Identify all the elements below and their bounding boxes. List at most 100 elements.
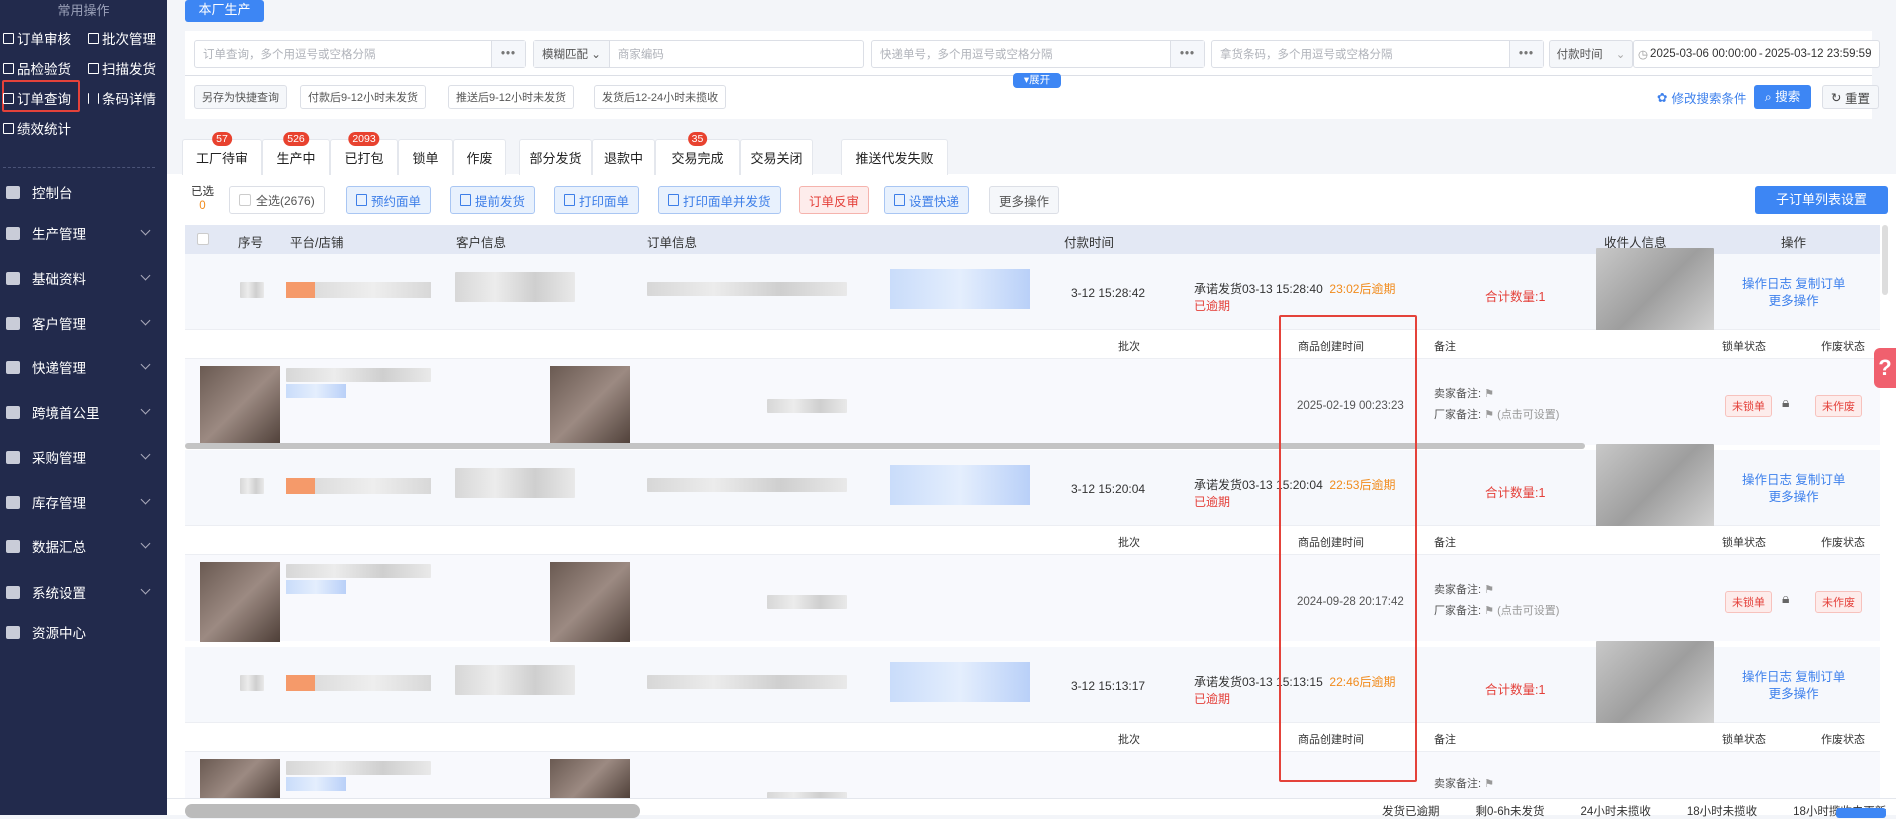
search-doc-icon bbox=[3, 92, 14, 104]
quick-filter-ship-uncollected[interactable]: 发货后12-24小时未揽收 bbox=[594, 85, 727, 109]
header-checkbox[interactable] bbox=[197, 233, 209, 245]
flag-icon[interactable]: ⚑ bbox=[1484, 778, 1494, 790]
stat-remaining[interactable]: 剩0-6h未发货 bbox=[1476, 803, 1545, 819]
label: 退款中 bbox=[603, 151, 643, 166]
merchant-code-input[interactable]: 模糊匹配 ⌄ 商家编码 bbox=[533, 40, 864, 68]
more-actions-link[interactable]: 更多操作 bbox=[1769, 687, 1819, 701]
pagination[interactable] bbox=[185, 804, 640, 818]
express-no-input[interactable]: 快递单号，多个用逗号或空格分隔 ••• bbox=[871, 40, 1205, 68]
operation-log-link[interactable]: 操作日志 bbox=[1742, 473, 1792, 487]
quick-order-query[interactable]: 订单查询 bbox=[3, 88, 71, 108]
flag-icon[interactable]: ⚑ bbox=[1484, 409, 1494, 421]
quick-ops-title: 常用操作 bbox=[57, 3, 110, 18]
seller-note-label: 卖家备注: bbox=[1434, 388, 1482, 400]
stat-18h-uncollected[interactable]: 18小时未揽收 bbox=[1687, 803, 1757, 819]
tab-status[interactable]: 作废 bbox=[453, 139, 506, 175]
operation-log-link[interactable]: 操作日志 bbox=[1742, 670, 1792, 684]
flag-icon[interactable]: ⚑ bbox=[1484, 605, 1494, 617]
save-quick-query-button[interactable]: 另存为快捷查询 bbox=[194, 85, 287, 109]
nav-item[interactable]: 客户管理 bbox=[0, 308, 167, 338]
blurred-receiver bbox=[1596, 444, 1714, 534]
toolbar-button[interactable]: 订单反审 bbox=[799, 186, 870, 214]
toolbar-button[interactable]: 更多操作 bbox=[989, 186, 1060, 214]
batch-icon bbox=[88, 32, 99, 44]
quick-batch-manage[interactable]: 批次管理 bbox=[88, 28, 156, 48]
nav-item[interactable]: 资源中心 bbox=[0, 617, 167, 647]
lock-icon[interactable]: 🔒︎ bbox=[1782, 394, 1789, 411]
copy-order-link[interactable]: 复制订单 bbox=[1795, 277, 1845, 291]
select-all-checkbox[interactable]: 全选(2676) bbox=[229, 186, 325, 214]
blurred-product-name bbox=[286, 761, 431, 775]
toolbar-button[interactable]: 预约面单 bbox=[346, 186, 432, 214]
note-hint[interactable]: (点击可设置) bbox=[1497, 605, 1559, 617]
sub-order-list-settings-button[interactable]: 子订单列表设置 bbox=[1755, 186, 1888, 214]
flag-icon[interactable]: ⚑ bbox=[1484, 388, 1494, 400]
tab-status[interactable]: 锁单 bbox=[398, 139, 453, 175]
label: 系统设置 bbox=[32, 586, 86, 601]
copy-order-link[interactable]: 复制订单 bbox=[1795, 473, 1845, 487]
expand-toggle[interactable]: ▾展开 bbox=[1013, 73, 1061, 88]
toolbar-button[interactable]: 提前发货 bbox=[450, 186, 536, 214]
tab-status[interactable]: 已打包 2093 bbox=[330, 132, 398, 175]
lock-icon[interactable]: 🔒︎ bbox=[1782, 590, 1789, 607]
tab-status[interactable]: 部分发货 bbox=[519, 139, 592, 175]
tab-status[interactable]: 交易关闭 bbox=[740, 139, 813, 175]
footer-button[interactable] bbox=[1836, 808, 1886, 818]
more-dots-icon[interactable]: ••• bbox=[491, 41, 525, 67]
more-dots-icon[interactable]: ••• bbox=[1509, 41, 1543, 67]
quick-filter-pay-unshipped[interactable]: 付款后9-12小时未发货 bbox=[300, 85, 427, 109]
nav-item[interactable]: 生产管理 bbox=[0, 218, 167, 248]
tab-status[interactable]: 工厂待审 57 bbox=[182, 132, 262, 175]
row-actions: 操作日志 复制订单更多操作 bbox=[1742, 669, 1845, 703]
blurred-index bbox=[240, 675, 264, 691]
time-type-select[interactable]: 付款时间 ⌄ bbox=[1549, 40, 1633, 68]
nav-icon bbox=[6, 539, 20, 553]
label: 锁单 bbox=[412, 151, 439, 166]
more-dots-icon[interactable]: ••• bbox=[1170, 41, 1204, 67]
operation-log-link[interactable]: 操作日志 bbox=[1742, 277, 1792, 291]
quick-scan-ship[interactable]: 扫描发货 bbox=[88, 58, 156, 78]
vertical-scrollbar[interactable] bbox=[1882, 225, 1888, 295]
blurred-product-image bbox=[200, 366, 280, 446]
quick-order-review[interactable]: 订单审核 bbox=[3, 28, 71, 48]
date-range-picker[interactable]: ◷ 2025-03-06 00:00:00-2025-03-12 23:59:59 bbox=[1633, 40, 1880, 68]
tab-factory-production[interactable]: 本厂生产 bbox=[185, 0, 264, 22]
nav-item[interactable]: 控制台 bbox=[0, 177, 167, 207]
more-actions-link[interactable]: 更多操作 bbox=[1769, 294, 1819, 308]
tab-status[interactable]: 退款中 bbox=[592, 139, 655, 175]
stat-24h-uncollected[interactable]: 24小时未揽收 bbox=[1581, 803, 1651, 819]
nav-item[interactable]: 基础资料 bbox=[0, 263, 167, 293]
nav-item[interactable]: 数据汇总 bbox=[0, 531, 167, 561]
tab-status[interactable]: 推送代发失败 bbox=[841, 139, 948, 175]
checkbox[interactable] bbox=[239, 194, 251, 206]
toolbar-button[interactable]: 打印面单并发货 bbox=[658, 186, 781, 214]
search-button[interactable]: ⌕ 搜索 bbox=[1754, 85, 1811, 109]
quick-performance[interactable]: 绩效统计 bbox=[3, 118, 71, 138]
quick-filter-push-unshipped[interactable]: 推送后9-12小时未发货 bbox=[448, 85, 575, 109]
tab-status[interactable]: 生产中 526 bbox=[262, 132, 330, 175]
nav-item[interactable]: 库存管理 bbox=[0, 487, 167, 517]
label: 资源中心 bbox=[32, 626, 86, 641]
nav-item[interactable]: 采购管理 bbox=[0, 442, 167, 472]
flag-icon[interactable]: ⚑ bbox=[1484, 584, 1494, 596]
note-hint[interactable]: (点击可设置) bbox=[1497, 409, 1559, 421]
quick-inspection[interactable]: 品检验货 bbox=[3, 58, 71, 78]
toolbar-button[interactable]: 设置快递 bbox=[884, 186, 970, 214]
match-mode-select[interactable]: 模糊匹配 ⌄ bbox=[534, 41, 610, 67]
order-query-input[interactable]: 订单查询，多个用逗号或空格分隔 ••• bbox=[194, 40, 526, 68]
pick-barcode-input[interactable]: 拿货条码，多个用逗号或空格分隔 ••• bbox=[1211, 40, 1544, 68]
tab-status[interactable]: 交易完成 35 bbox=[655, 132, 740, 175]
nav-item[interactable]: 系统设置 bbox=[0, 577, 167, 607]
copy-order-link[interactable]: 复制订单 bbox=[1795, 670, 1845, 684]
reset-button[interactable]: ↻ 重置 bbox=[1822, 85, 1879, 109]
toolbar-button[interactable]: 打印面单 bbox=[554, 186, 640, 214]
nav-item[interactable]: 跨境首公里 bbox=[0, 397, 167, 427]
more-actions-link[interactable]: 更多操作 bbox=[1769, 490, 1819, 504]
modify-search-link[interactable]: ✿ 修改搜索条件 bbox=[1657, 88, 1747, 107]
nav-item[interactable]: 快递管理 bbox=[0, 352, 167, 382]
button-icon bbox=[356, 194, 367, 206]
help-button[interactable]: ? bbox=[1874, 348, 1896, 388]
quick-barcode-detail[interactable]: 条码详情 bbox=[88, 88, 156, 108]
label: 基础资料 bbox=[32, 272, 86, 287]
stat-overdue[interactable]: 发货已逾期 bbox=[1382, 803, 1440, 819]
